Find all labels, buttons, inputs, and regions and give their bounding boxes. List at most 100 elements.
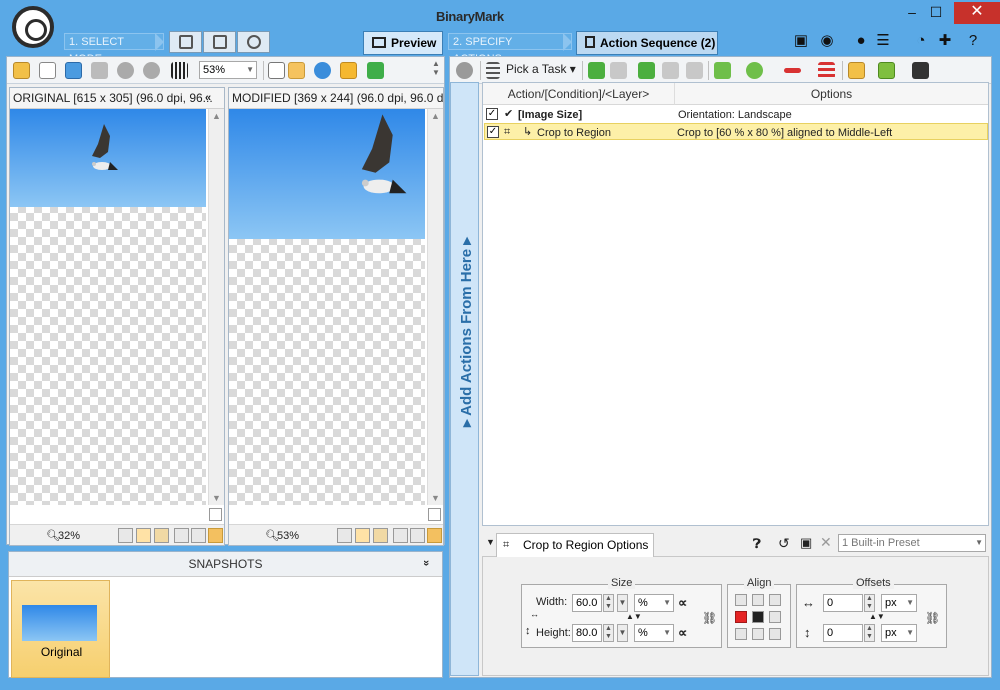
height-dropdown-button[interactable]: ▼	[617, 624, 628, 642]
mode-folder-button[interactable]	[203, 31, 236, 53]
import-icon[interactable]	[878, 62, 895, 79]
align-middle-left[interactable]	[735, 611, 747, 623]
hand-tool-button[interactable]	[208, 528, 223, 543]
offset-x-unit-select[interactable]: px ▼	[881, 594, 917, 612]
app-gear-icon[interactable]	[12, 6, 54, 48]
actual-size-button[interactable]	[118, 528, 133, 543]
maximize-button[interactable]: ☐	[922, 2, 950, 24]
help-icon[interactable]: ?	[964, 32, 982, 50]
open-sequence-icon[interactable]	[848, 62, 865, 79]
height-stepper[interactable]: ▲ ▼	[603, 624, 614, 642]
fit-button[interactable]	[355, 528, 370, 543]
row-checkbox[interactable]: ✓	[486, 108, 498, 120]
settings-gear-icon[interactable]	[456, 62, 473, 79]
next-icon[interactable]	[686, 62, 703, 79]
offset-x-stepper[interactable]: ▲ ▼	[864, 594, 875, 612]
feed-icon[interactable]: ◔	[912, 32, 930, 50]
proportional-icon[interactable]: ∝	[678, 625, 687, 641]
checklist-icon[interactable]: ☰	[874, 32, 892, 50]
modified-vertical-scrollbar[interactable]: ▲ ▼	[427, 109, 443, 505]
proportional-icon[interactable]: ∝	[678, 595, 687, 611]
hand-tool-button[interactable]	[427, 528, 442, 543]
actual-size-button[interactable]	[337, 528, 352, 543]
reset-icon[interactable]: ↺	[778, 535, 790, 552]
outdent-icon[interactable]	[638, 62, 655, 79]
width-dropdown-button[interactable]: ▼	[617, 594, 628, 612]
col-action-header[interactable]: Action/[Condition]/<Layer>	[483, 83, 675, 105]
row-checkbox[interactable]: ✓	[487, 126, 499, 138]
width-field[interactable]: 60.0	[572, 594, 602, 612]
eyedropper-button[interactable]	[174, 528, 189, 543]
transparency-canvas[interactable]	[10, 109, 206, 505]
shield-icon[interactable]: ◉	[818, 32, 836, 50]
save-icon[interactable]	[912, 62, 929, 79]
offset-y-field[interactable]: 0	[823, 624, 863, 642]
move-up-icon[interactable]	[588, 62, 605, 79]
split-view-icon[interactable]	[288, 62, 305, 79]
back-icon[interactable]	[117, 62, 134, 79]
tab-action-sequence[interactable]: Action Sequence (2)	[576, 31, 718, 55]
indent-icon[interactable]	[662, 62, 679, 79]
swap-size-icon[interactable]: ▲▼	[626, 612, 642, 621]
align-top-center[interactable]	[752, 594, 764, 606]
tab-crop-options[interactable]: ⌗ Crop to Region Options	[496, 533, 654, 557]
height-field[interactable]: 80.0	[572, 624, 602, 642]
console-icon[interactable]: ▣	[792, 32, 810, 50]
align-bottom-right[interactable]	[769, 628, 781, 640]
tab-preview[interactable]: Preview	[363, 31, 443, 55]
swap-offsets-icon[interactable]: ▲▼	[869, 612, 885, 621]
paste-icon[interactable]	[39, 62, 56, 79]
table-row[interactable]: ✓ ✔ [Image Size] Orientation: Landscape	[484, 106, 988, 123]
pan-hand-icon[interactable]	[340, 62, 357, 79]
table-row[interactable]: ✓ ⌗ ↳ Crop to Region Crop to [60 % x 80 …	[484, 123, 988, 140]
mode-schedule-button[interactable]	[237, 31, 270, 53]
original-vertical-scrollbar[interactable]: ▲ ▼	[208, 109, 224, 505]
offset-x-field[interactable]: 0	[823, 594, 863, 612]
plus-icon[interactable]: ✚	[936, 32, 954, 50]
offset-y-unit-select[interactable]: px ▼	[881, 624, 917, 642]
refresh-icon[interactable]	[314, 62, 331, 79]
single-view-icon[interactable]	[268, 62, 285, 79]
width-stepper[interactable]: ▲ ▼	[603, 594, 614, 612]
delete-preset-icon[interactable]: ✕	[820, 534, 832, 551]
mode-step-select[interactable]: 1. SELECT MODE	[64, 33, 164, 65]
fit-button[interactable]	[136, 528, 151, 543]
zoom-select[interactable]: 53% ▼	[199, 61, 257, 79]
add-condition-icon[interactable]	[746, 62, 763, 79]
save-preset-icon[interactable]: ▣	[800, 535, 812, 551]
add-action-icon[interactable]	[714, 62, 731, 79]
forward-icon[interactable]	[143, 62, 160, 79]
move-down-icon[interactable]	[610, 62, 627, 79]
mode-batch-button[interactable]	[169, 31, 202, 53]
align-top-left[interactable]	[735, 594, 747, 606]
modified-canvas[interactable]	[229, 109, 425, 505]
link-size-icon[interactable]: ⛓	[702, 611, 717, 625]
fit-arrows-icon[interactable]	[367, 62, 384, 79]
remove-action-icon[interactable]	[784, 68, 801, 73]
align-middle-right[interactable]	[769, 611, 781, 623]
preset-select[interactable]: 1 Built-in Preset ▼	[838, 534, 986, 552]
collapse-pane-icon[interactable]: «	[205, 92, 211, 104]
align-top-right[interactable]	[769, 594, 781, 606]
collapse-options-icon[interactable]: ▼	[486, 537, 495, 547]
width-unit-select[interactable]: % ▼	[634, 594, 674, 612]
link-offsets-icon[interactable]: ⛓	[925, 611, 940, 625]
snapshots-collapse-icon[interactable]: »	[420, 560, 432, 566]
open-folder-icon[interactable]	[13, 62, 30, 79]
zoom-tool-button[interactable]	[410, 528, 425, 543]
fill-button[interactable]	[373, 528, 388, 543]
close-button[interactable]: ✕	[954, 2, 1000, 24]
height-unit-select[interactable]: % ▼	[634, 624, 674, 642]
eyedropper-button[interactable]	[393, 528, 408, 543]
remove-icon[interactable]	[91, 62, 108, 79]
toolbar-overflow-icon[interactable]: ▲ ▼	[432, 59, 440, 77]
image-icon[interactable]	[65, 62, 82, 79]
align-bottom-center[interactable]	[752, 628, 764, 640]
lightbulb-icon[interactable]: ●	[852, 32, 870, 50]
help-icon[interactable]: ❓︎	[753, 536, 761, 552]
offset-y-stepper[interactable]: ▲ ▼	[864, 624, 875, 642]
task-list-icon[interactable]	[486, 62, 500, 79]
fill-button[interactable]	[154, 528, 169, 543]
snapshot-item[interactable]: Original	[11, 580, 110, 678]
remove-all-icon[interactable]	[818, 62, 835, 79]
